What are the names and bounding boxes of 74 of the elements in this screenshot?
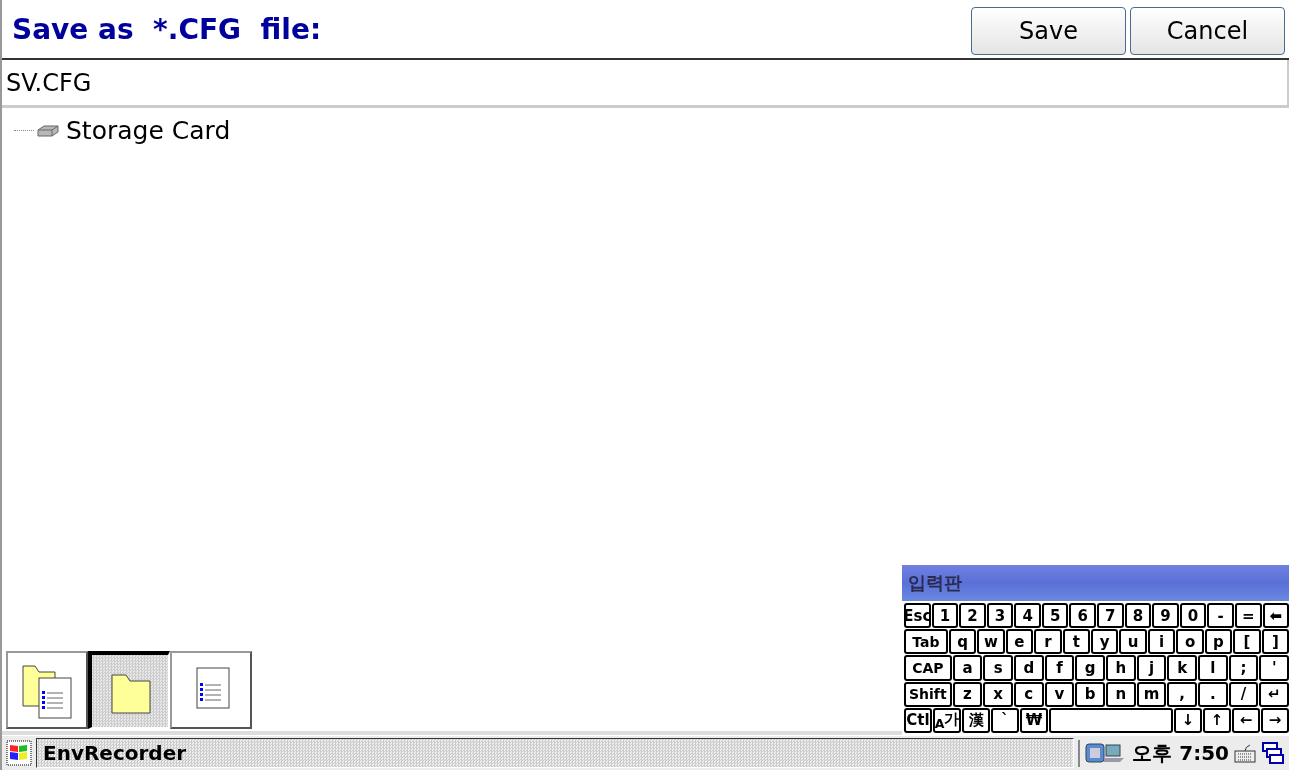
save-button[interactable]: Save — [971, 7, 1126, 55]
clock: 오후 7:50 — [1132, 739, 1229, 767]
space-key[interactable] — [1049, 707, 1173, 733]
dialog-title: Save as *.CFG file: — [12, 12, 322, 46]
keyboard-key[interactable]: 漢 — [962, 707, 990, 733]
keyboard-key[interactable]: f — [1044, 655, 1075, 681]
keyboard-key[interactable]: 8 — [1124, 603, 1152, 629]
filename-field[interactable]: SV.CFG — [2, 60, 1289, 108]
keyboard-key[interactable]: Tab — [904, 629, 948, 655]
keyboard-key[interactable]: / — [1228, 681, 1259, 707]
keyboard-key[interactable]: ₩ — [1020, 707, 1048, 733]
keyboard-key[interactable]: j — [1136, 655, 1167, 681]
keyboard-key[interactable]: . — [1198, 681, 1228, 707]
taskbar-button[interactable]: EnvRecorder — [36, 738, 1075, 768]
keyboard-key[interactable]: x — [983, 681, 1013, 707]
start-icon[interactable] — [6, 740, 32, 766]
keyboard-key[interactable]: ↓ — [1174, 707, 1202, 733]
keyboard-key[interactable]: ↵ — [1259, 681, 1289, 707]
keyboard-key[interactable]: o — [1176, 629, 1204, 655]
folder-view-button[interactable] — [88, 651, 170, 729]
keyboard-key[interactable]: i — [1147, 629, 1176, 655]
keyboard-key[interactable]: 5 — [1041, 603, 1069, 629]
keyboard-key[interactable]: ← — [1232, 707, 1260, 733]
drive-icon — [36, 124, 60, 137]
keyboard-key[interactable]: u — [1119, 629, 1147, 655]
keyboard-key[interactable]: 1 — [931, 603, 959, 629]
keyboard-key[interactable]: ↑ — [1203, 707, 1231, 733]
keyboard-key[interactable]: ⬅ — [1262, 603, 1289, 629]
keyboard-key[interactable]: - — [1207, 603, 1234, 629]
cancel-button[interactable]: Cancel — [1130, 7, 1285, 55]
keyboard-key[interactable]: = — [1234, 603, 1262, 629]
keyboard-key[interactable]: h — [1106, 655, 1136, 681]
keyboard-key[interactable]: 4 — [1014, 603, 1041, 629]
windows-icon[interactable] — [1261, 741, 1285, 765]
keyboard-key[interactable]: $_{A}$가 — [933, 707, 961, 733]
keyboard-key[interactable]: d — [1014, 655, 1044, 681]
keyboard-key[interactable]: 0 — [1179, 603, 1207, 629]
keyboard-key[interactable]: z — [952, 681, 983, 707]
keyboard-key[interactable]: y — [1091, 629, 1119, 655]
keyboard-key[interactable]: n — [1106, 681, 1136, 707]
keyboard-key[interactable]: a — [952, 655, 983, 681]
keyboard-key[interactable]: 3 — [986, 603, 1014, 629]
keyboard-key[interactable]: 9 — [1152, 603, 1179, 629]
keyboard-key[interactable]: m — [1136, 681, 1167, 707]
folder-list-view-button[interactable] — [6, 651, 88, 729]
keyboard-key[interactable]: k — [1167, 655, 1197, 681]
keyboard-key[interactable]: b — [1075, 681, 1105, 707]
keyboard-key[interactable]: l — [1198, 655, 1228, 681]
list-view-button[interactable] — [170, 651, 252, 729]
keyboard-key[interactable]: c — [1014, 681, 1044, 707]
keyboard-key[interactable]: , — [1167, 681, 1197, 707]
keyboard-key[interactable]: s — [983, 655, 1013, 681]
keyboard-key[interactable]: w — [977, 629, 1005, 655]
keyboard-key[interactable]: 2 — [959, 603, 986, 629]
panel-title: 입력판 — [908, 571, 962, 595]
keyboard-key[interactable]: t — [1062, 629, 1090, 655]
keyboard-key[interactable]: g — [1075, 655, 1105, 681]
keyboard-key[interactable]: r — [1034, 629, 1062, 655]
keyboard-key[interactable]: 6 — [1069, 603, 1097, 629]
keyboard-key[interactable]: → — [1261, 707, 1289, 733]
keyboard-key[interactable]: ] — [1261, 629, 1289, 655]
keyboard-key[interactable]: [ — [1233, 629, 1261, 655]
keyboard-key[interactable]: e — [1005, 629, 1034, 655]
tree-item[interactable]: Storage Card — [66, 116, 231, 145]
keyboard-key[interactable]: ` — [991, 707, 1019, 733]
keyboard-key[interactable]: CAP — [904, 655, 952, 681]
keyboard-key[interactable]: Shift — [904, 681, 952, 707]
keyboard-key[interactable]: ; — [1228, 655, 1259, 681]
keyboard-key[interactable]: p — [1204, 629, 1233, 655]
keyboard-key[interactable]: ' — [1259, 655, 1289, 681]
keyboard-key[interactable]: Ctl — [904, 707, 932, 733]
keyboard-key[interactable]: v — [1044, 681, 1075, 707]
keyboard-key[interactable]: q — [948, 629, 977, 655]
keyboard-key[interactable]: 7 — [1097, 603, 1124, 629]
